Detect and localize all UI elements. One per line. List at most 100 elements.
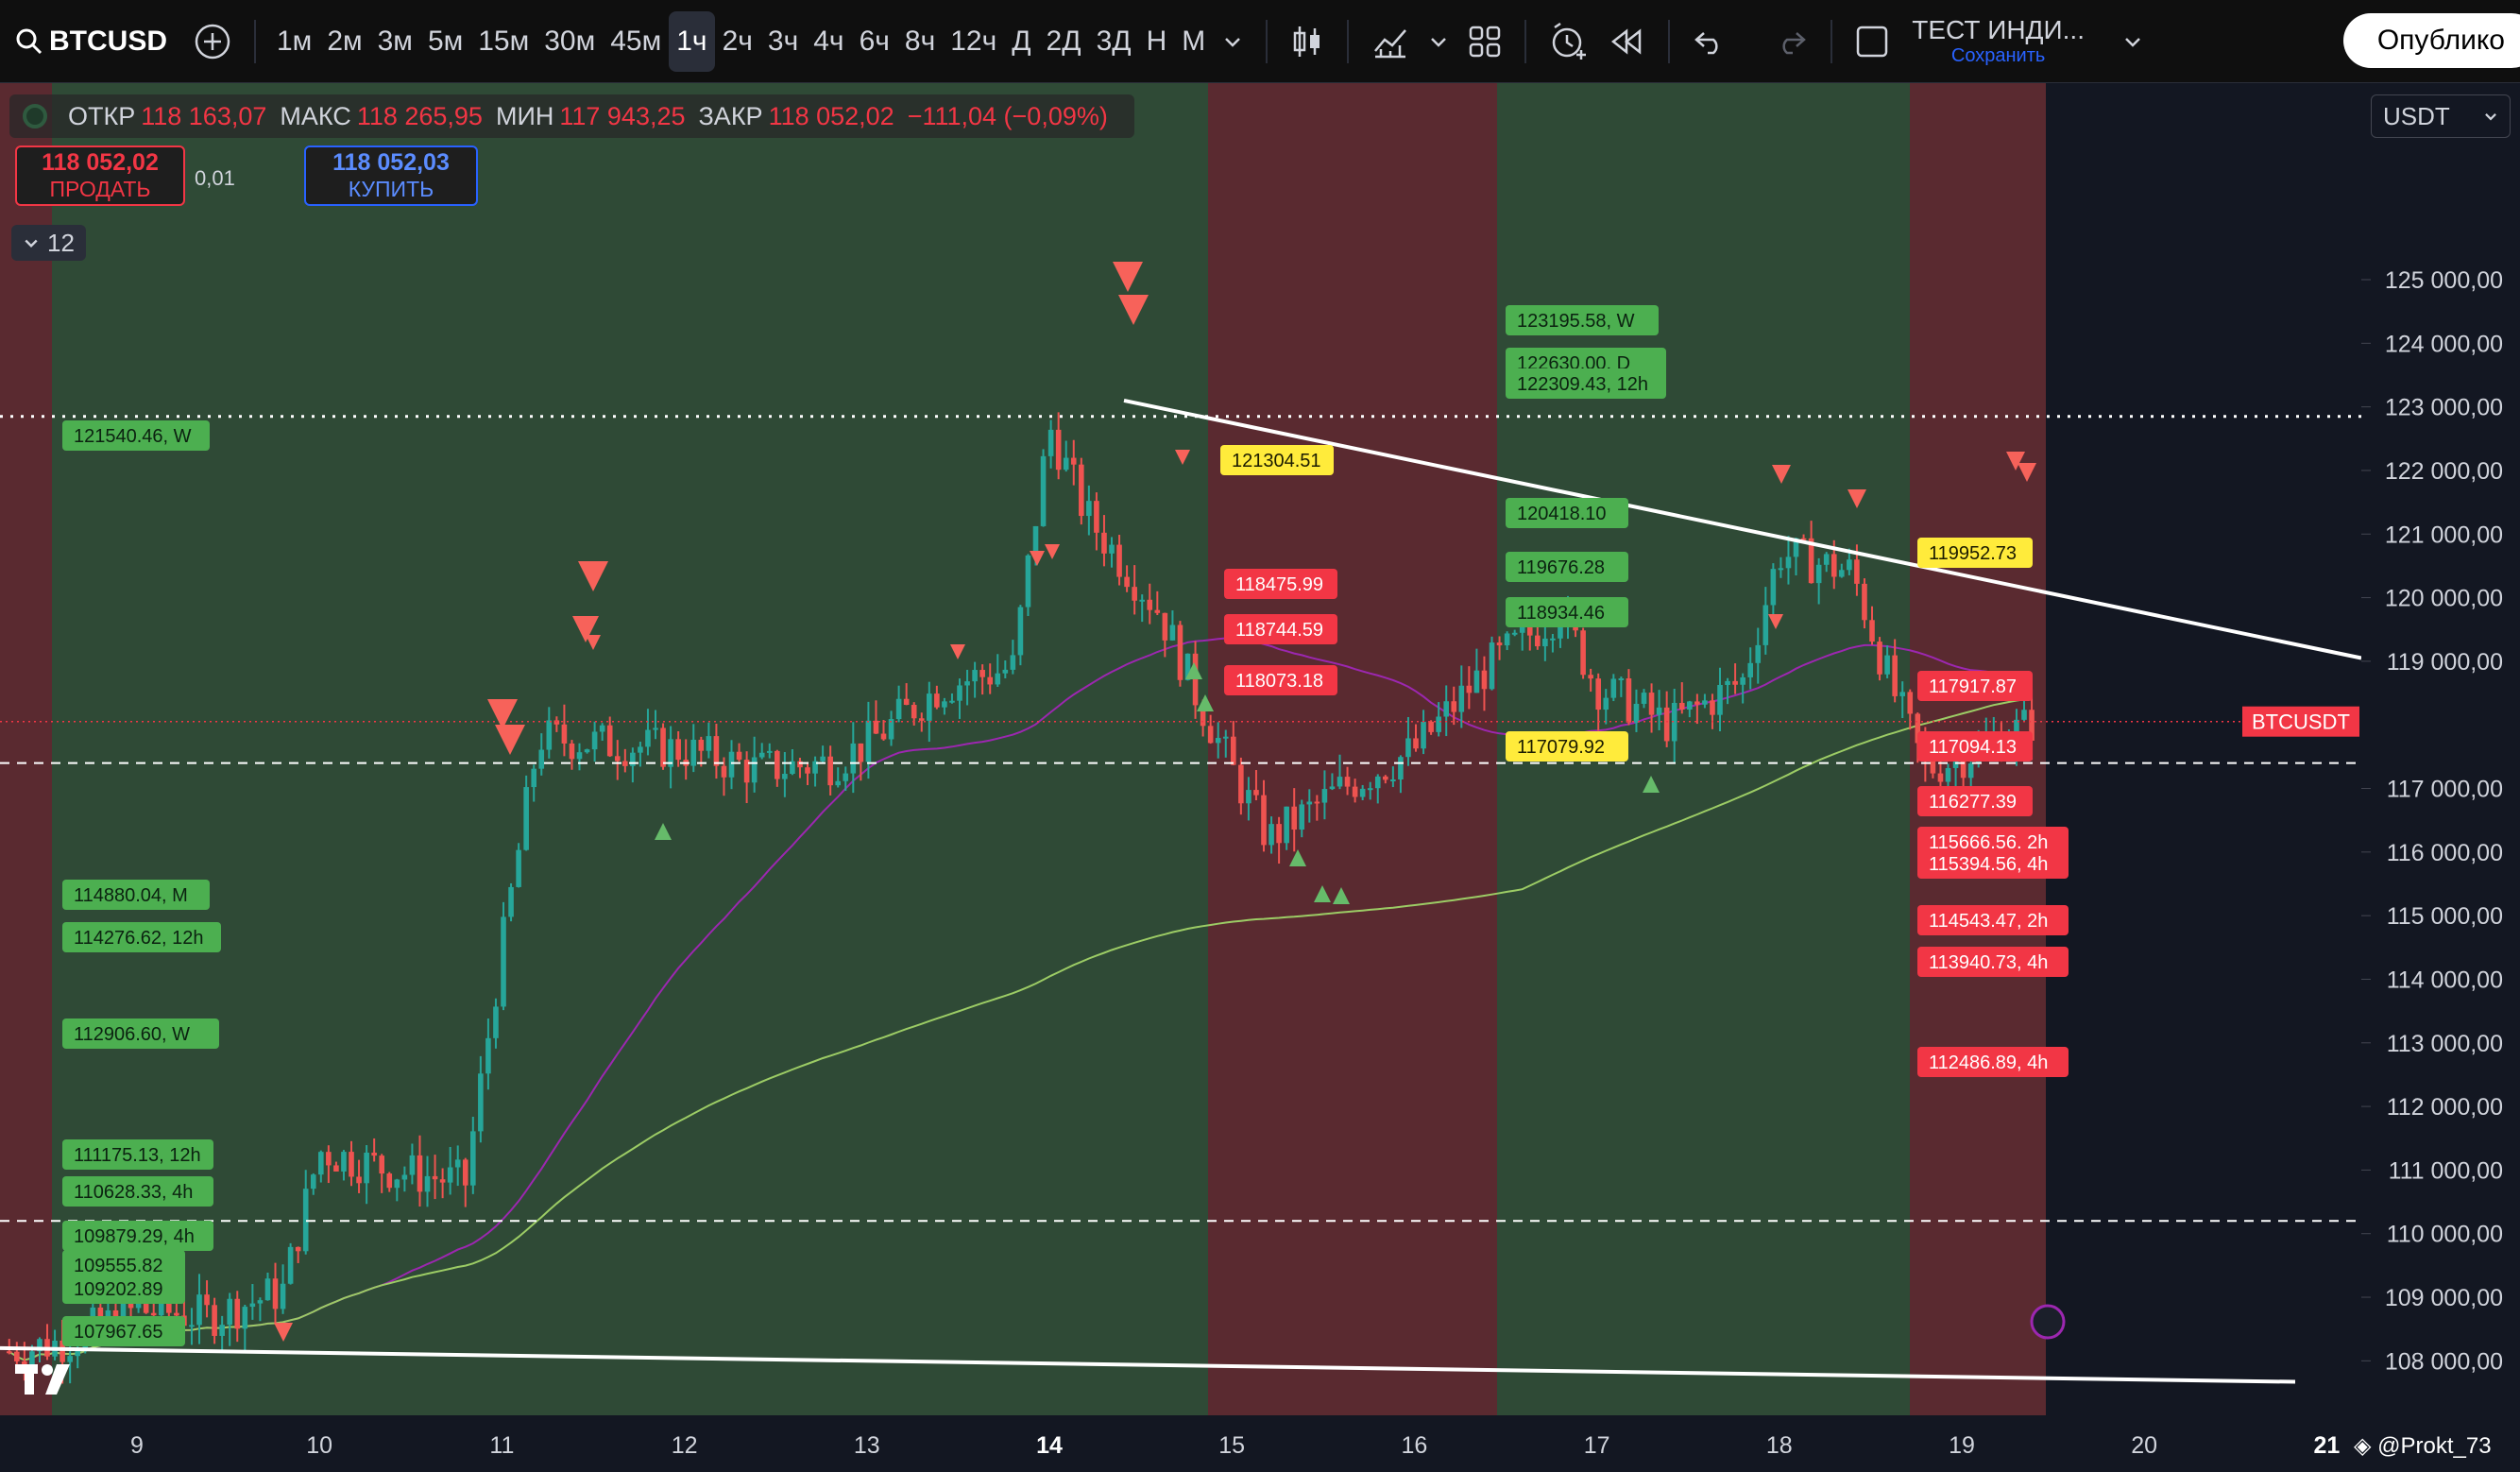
- replay-button[interactable]: [1598, 11, 1655, 72]
- candle-body: [478, 1073, 484, 1132]
- candle-body: [531, 768, 537, 788]
- green-level-label: 123195.58, W: [1517, 311, 1635, 332]
- candle-body: [1291, 806, 1298, 830]
- price-tick-label: 125 000,00: [2385, 267, 2503, 294]
- timeframe-12[interactable]: 8ч: [897, 11, 943, 72]
- candle-body: [272, 1278, 279, 1309]
- sell-button[interactable]: 118 052,02 ПРОДАТЬ: [15, 145, 185, 206]
- candle-body: [424, 1175, 431, 1192]
- price-tick-label: 111 000,00: [2389, 1157, 2503, 1184]
- candle-body: [873, 720, 879, 734]
- redo-button[interactable]: [1764, 11, 1817, 72]
- timeframe-dropdown[interactable]: [1213, 11, 1252, 72]
- symbol-search[interactable]: BTCUSD: [6, 11, 177, 72]
- time-tick-label: 21: [2313, 1432, 2340, 1459]
- author-watermark: ◈ @Prokt_73: [2354, 1432, 2492, 1460]
- currency-select[interactable]: USDT: [2371, 94, 2511, 138]
- chart-area[interactable]: 121540.46, W 123195.58, W 122630.00, D 1223…: [0, 83, 2520, 1472]
- timeframe-11[interactable]: 6ч: [852, 11, 897, 72]
- timeframe-4[interactable]: 15м: [470, 11, 536, 72]
- divider: [1830, 19, 1833, 63]
- price-chart[interactable]: 121540.46, W123195.58, W122630.00, D1223…: [0, 83, 2520, 1472]
- timeframe-0[interactable]: 1м: [269, 11, 319, 72]
- timeframe-14[interactable]: Д: [1004, 11, 1038, 72]
- candle-body: [1907, 692, 1914, 714]
- tradingview-logo[interactable]: [13, 1361, 74, 1398]
- price-tick-label: 123 000,00: [2385, 395, 2503, 421]
- timeframe-1[interactable]: 2м: [319, 11, 369, 72]
- candle-body: [1633, 703, 1640, 723]
- timeframe-16[interactable]: 3Д: [1089, 11, 1139, 72]
- compare-button[interactable]: [184, 11, 241, 72]
- candle-body: [751, 757, 758, 783]
- candle-body: [1595, 678, 1602, 710]
- low-label: МИН: [495, 101, 554, 130]
- candle-body: [234, 1298, 241, 1329]
- candle-body: [606, 725, 613, 757]
- layout-checkbox[interactable]: [1846, 11, 1899, 72]
- timeframe-17[interactable]: Н: [1139, 11, 1175, 72]
- square-icon: [1857, 26, 1888, 57]
- timeframe-13[interactable]: 12ч: [943, 11, 1004, 72]
- quantity-value[interactable]: 0,01: [195, 166, 235, 191]
- buy-label: КУПИТЬ: [348, 177, 434, 201]
- candle-body: [1269, 824, 1274, 846]
- chevron-down-icon: [1225, 37, 1241, 47]
- chart-type-button[interactable]: [1281, 11, 1334, 72]
- candle-body: [196, 1294, 202, 1326]
- timeframe-15[interactable]: 2Д: [1039, 11, 1089, 72]
- timeframe-5[interactable]: 30м: [536, 11, 603, 72]
- red-level-label: 116277.39: [1929, 792, 2017, 813]
- candle-body: [1116, 544, 1122, 577]
- timeframe-18[interactable]: М: [1174, 11, 1213, 72]
- price-tick-label: 112 000,00: [2387, 1094, 2503, 1121]
- candle-body: [1207, 726, 1214, 744]
- alert-button[interactable]: [1540, 11, 1598, 72]
- layout-name[interactable]: ТЕСТ ИНДИ... Сохранить: [1912, 15, 2085, 67]
- indicators-button[interactable]: [1362, 11, 1419, 72]
- candle-body: [1694, 701, 1700, 705]
- save-link[interactable]: Сохранить: [1951, 45, 2045, 67]
- low-value: 117 943,25: [559, 101, 686, 130]
- red-level-label: 118744.59: [1235, 620, 1323, 641]
- indicators-dropdown[interactable]: [1419, 11, 1458, 72]
- layout-dropdown[interactable]: [2113, 11, 2153, 72]
- divider: [1668, 19, 1671, 63]
- candle-body: [1884, 655, 1890, 675]
- candle-body: [1847, 559, 1852, 571]
- buy-button[interactable]: 118 052,03 КУПИТЬ: [304, 145, 478, 206]
- undo-button[interactable]: [1683, 11, 1736, 72]
- candle-body: [2021, 710, 2027, 720]
- candle-body: [660, 727, 666, 767]
- yellow-level-label: 117079.92: [1517, 737, 1605, 758]
- grid-icon: [1470, 26, 1501, 57]
- layouts-button[interactable]: [1458, 11, 1511, 72]
- timeframe-8[interactable]: 2ч: [715, 11, 760, 72]
- candle-body: [485, 1037, 491, 1074]
- candle-body: [1558, 626, 1563, 639]
- candle-body: [1222, 736, 1229, 739]
- candle-body: [432, 1175, 438, 1180]
- publish-button[interactable]: Опублико: [2342, 13, 2520, 68]
- timeframe-2[interactable]: 3м: [370, 11, 420, 72]
- candle-body: [1284, 806, 1289, 844]
- candle-body: [957, 685, 962, 701]
- timeframe-7[interactable]: 1ч: [669, 10, 715, 72]
- chevron-down-icon: [1431, 37, 1447, 47]
- time-tick-label: 20: [2131, 1432, 2157, 1459]
- candle-body: [1352, 786, 1358, 797]
- price-tick-label: 115 000,00: [2387, 903, 2503, 930]
- timeframe-9[interactable]: 3ч: [760, 11, 806, 72]
- candle-body: [835, 780, 842, 786]
- divider: [1266, 19, 1269, 63]
- divider: [1347, 19, 1350, 63]
- timeframe-10[interactable]: 4ч: [806, 11, 851, 72]
- timeframe-3[interactable]: 5м: [420, 11, 470, 72]
- timeframe-6[interactable]: 45м: [603, 11, 669, 72]
- time-tick-label: 10: [306, 1432, 332, 1459]
- candle-body: [1047, 429, 1054, 456]
- visibility-dot[interactable]: [23, 104, 47, 128]
- candle-body: [462, 1159, 468, 1186]
- indicators-collapse[interactable]: 12: [11, 225, 86, 261]
- candle-body: [364, 1152, 369, 1184]
